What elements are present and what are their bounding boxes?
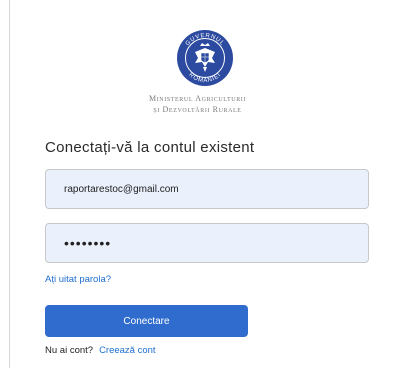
no-account-text: Nu ai cont? bbox=[45, 345, 94, 356]
signup-row: Nu ai cont? Creează cont bbox=[45, 345, 156, 356]
password-field[interactable] bbox=[45, 223, 369, 263]
seal-icon: GUVERNUL ROMÂNIEI bbox=[177, 30, 233, 86]
government-seal-logo: GUVERNUL ROMÂNIEI bbox=[176, 29, 234, 87]
email-field[interactable] bbox=[45, 169, 369, 209]
ministry-name-line2: și Dezvoltării Rurale bbox=[153, 105, 242, 114]
login-title: Conectați-vă la contul existent bbox=[45, 139, 255, 156]
ministry-name-line1: Ministerul Agriculturii bbox=[148, 94, 247, 103]
email-input[interactable] bbox=[46, 170, 368, 208]
password-input[interactable] bbox=[46, 224, 368, 262]
create-account-link[interactable]: Creează cont bbox=[99, 345, 156, 356]
forgot-password-link[interactable]: Ați uitat parola? bbox=[45, 274, 111, 285]
page-left-border bbox=[9, 0, 10, 368]
login-button[interactable]: Conectare bbox=[45, 305, 248, 337]
